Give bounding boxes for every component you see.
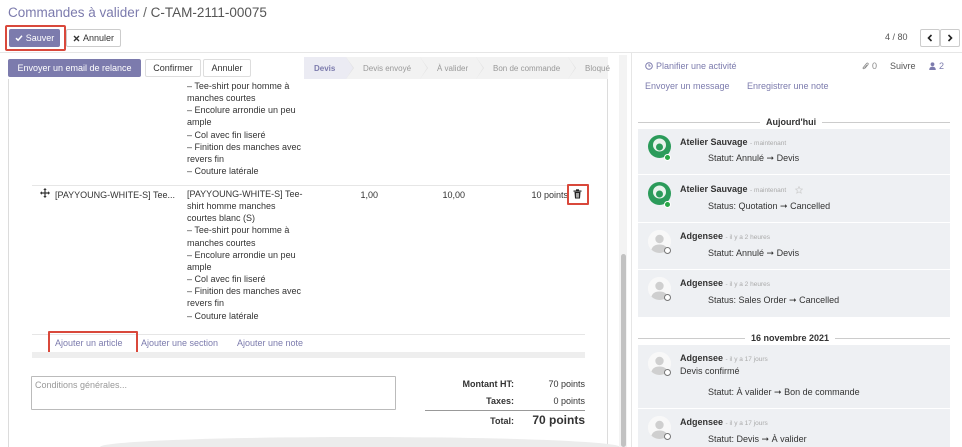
tracking-value: Statut: Annulé ➞ Devis xyxy=(708,153,800,163)
message-author[interactable]: Adgensee - il y a 17 jours xyxy=(680,417,768,427)
taxes-value: 0 points xyxy=(553,396,585,406)
chatter-message: Adgensee - il y a 17 jours Devis confirm… xyxy=(638,345,950,408)
untaxed-amount-label: Montant HT: xyxy=(462,379,515,389)
scrollbar-thumb[interactable] xyxy=(621,254,626,447)
chatter-message: Adgensee - il y a 2 heures Status: Sales… xyxy=(638,270,950,317)
pager-value[interactable]: 4 / 80 xyxy=(885,32,908,42)
follow-button[interactable]: Suivre xyxy=(890,61,916,71)
chatter-message: Atelier Sauvage - maintenant Status: Quo… xyxy=(638,175,950,222)
pager-previous-button[interactable] xyxy=(920,29,940,47)
stage-devis[interactable]: Devis xyxy=(304,57,354,79)
followers-count: 2 xyxy=(939,61,945,71)
line-subtotal: 10 points xyxy=(531,190,568,200)
paperclip-icon xyxy=(862,62,869,71)
message-body: Devis confirmé xyxy=(680,366,740,376)
stage-a-valider[interactable]: À valider xyxy=(420,57,484,79)
move-handle-icon[interactable] xyxy=(40,188,50,198)
chevron-left-icon xyxy=(927,34,933,42)
line-quantity[interactable]: 1,00 xyxy=(340,190,378,200)
total-value: 70 points xyxy=(532,413,585,427)
trash-icon[interactable] xyxy=(573,189,582,199)
tracking-value: Statut: Annulé ➞ Devis xyxy=(708,248,800,258)
date-separator-date: 16 novembre 2021 xyxy=(745,333,836,343)
chatter-message: Adgensee - il y a 17 jours Statut: Devis… xyxy=(638,409,950,447)
add-note-link[interactable]: Ajouter une note xyxy=(237,338,303,348)
taxes-label: Taxes: xyxy=(486,396,514,406)
save-button-label: Sauver xyxy=(25,33,55,43)
chevron-right-icon xyxy=(947,34,953,42)
add-article-link[interactable]: Ajouter un article xyxy=(55,338,123,348)
untaxed-amount-value: 70 points xyxy=(548,379,585,389)
previous-line-description[interactable]: – Tee-shirt pour homme à manches courtes… xyxy=(187,80,317,177)
order-lines-footer xyxy=(32,352,585,358)
tracking-value: Statut: À valider ➞ Bon de commande xyxy=(708,387,860,397)
discard-button-label: Annuler xyxy=(82,33,115,43)
online-status-icon xyxy=(664,201,671,208)
user-icon xyxy=(929,62,936,70)
total-divider xyxy=(425,410,585,411)
offline-status-icon xyxy=(664,433,671,440)
message-author[interactable]: Adgensee - il y a 2 heures xyxy=(680,231,770,241)
schedule-activity-button[interactable]: Planifier une activité xyxy=(645,61,737,71)
offline-status-icon xyxy=(664,369,671,376)
breadcrumb-separator: / xyxy=(143,5,147,20)
sheet-border-right xyxy=(607,79,608,447)
line-description[interactable]: [PAYYOUNG-WHITE-S] Tee- shirt homme manc… xyxy=(187,188,317,322)
attachments-button[interactable]: 0 xyxy=(862,61,877,71)
row-divider xyxy=(32,185,585,186)
message-author[interactable]: Atelier Sauvage - maintenant xyxy=(680,137,786,147)
clock-icon xyxy=(645,62,653,70)
online-status-icon xyxy=(664,154,671,161)
schedule-activity-label: Planifier une activité xyxy=(656,61,737,71)
star-icon[interactable] xyxy=(794,185,803,194)
breadcrumb-current: C-TAM-2111-00075 xyxy=(150,5,267,20)
tracking-value: Status: Sales Order ➞ Cancelled xyxy=(708,295,840,305)
chatter-divider xyxy=(631,53,632,447)
breadcrumb: Commandes à valider / C-TAM-2111-00075 xyxy=(8,5,267,20)
offline-status-icon xyxy=(664,247,671,254)
stage-devis-envoye[interactable]: Devis envoyé xyxy=(346,57,428,79)
tracking-value: Status: Quotation ➞ Cancelled xyxy=(708,201,831,211)
confirm-button[interactable]: Confirmer xyxy=(145,59,201,77)
terms-input[interactable]: Conditions générales... xyxy=(31,376,396,410)
message-author[interactable]: Adgensee - il y a 2 heures xyxy=(680,278,770,288)
status-stages: Devis Devis envoyé À valider Bon de comm… xyxy=(304,57,610,79)
tracking-value: Statut: Devis ➞ À valider xyxy=(708,434,807,444)
offline-status-icon xyxy=(664,294,671,301)
chatter-message: Adgensee - il y a 2 heures Statut: Annul… xyxy=(638,223,950,269)
send-message-button[interactable]: Envoyer un message xyxy=(645,81,730,91)
control-panel-divider xyxy=(0,52,962,53)
message-author[interactable]: Adgensee - il y a 17 jours xyxy=(680,353,768,363)
log-note-button[interactable]: Enregistrer une note xyxy=(747,81,829,91)
chatter-message: Atelier Sauvage - maintenant Statut: Ann… xyxy=(638,129,950,174)
followers-button[interactable]: 2 xyxy=(929,61,944,71)
line-product[interactable]: [PAYYOUNG-WHITE-S] Tee... xyxy=(55,190,175,200)
send-reminder-email-button[interactable]: Envoyer un email de relance xyxy=(8,59,141,77)
stage-bon-de-commande[interactable]: Bon de commande xyxy=(476,57,576,79)
check-icon xyxy=(15,34,23,42)
line-unit-price[interactable]: 10,00 xyxy=(420,190,465,200)
close-icon xyxy=(73,35,80,42)
discard-button[interactable]: Annuler xyxy=(66,29,121,47)
attachments-count: 0 xyxy=(872,61,878,71)
message-author[interactable]: Atelier Sauvage - maintenant xyxy=(680,184,803,194)
cancel-order-button[interactable]: Annuler xyxy=(203,59,251,77)
save-button[interactable]: Sauver xyxy=(9,29,60,47)
page-bottom-shadow xyxy=(100,437,620,447)
breadcrumb-parent-link[interactable]: Commandes à valider xyxy=(8,5,139,20)
add-section-link[interactable]: Ajouter une section xyxy=(141,338,218,348)
sheet-border-left xyxy=(8,79,9,447)
date-separator-today: Aujourd'hui xyxy=(760,117,823,127)
pager-next-button[interactable] xyxy=(940,29,960,47)
